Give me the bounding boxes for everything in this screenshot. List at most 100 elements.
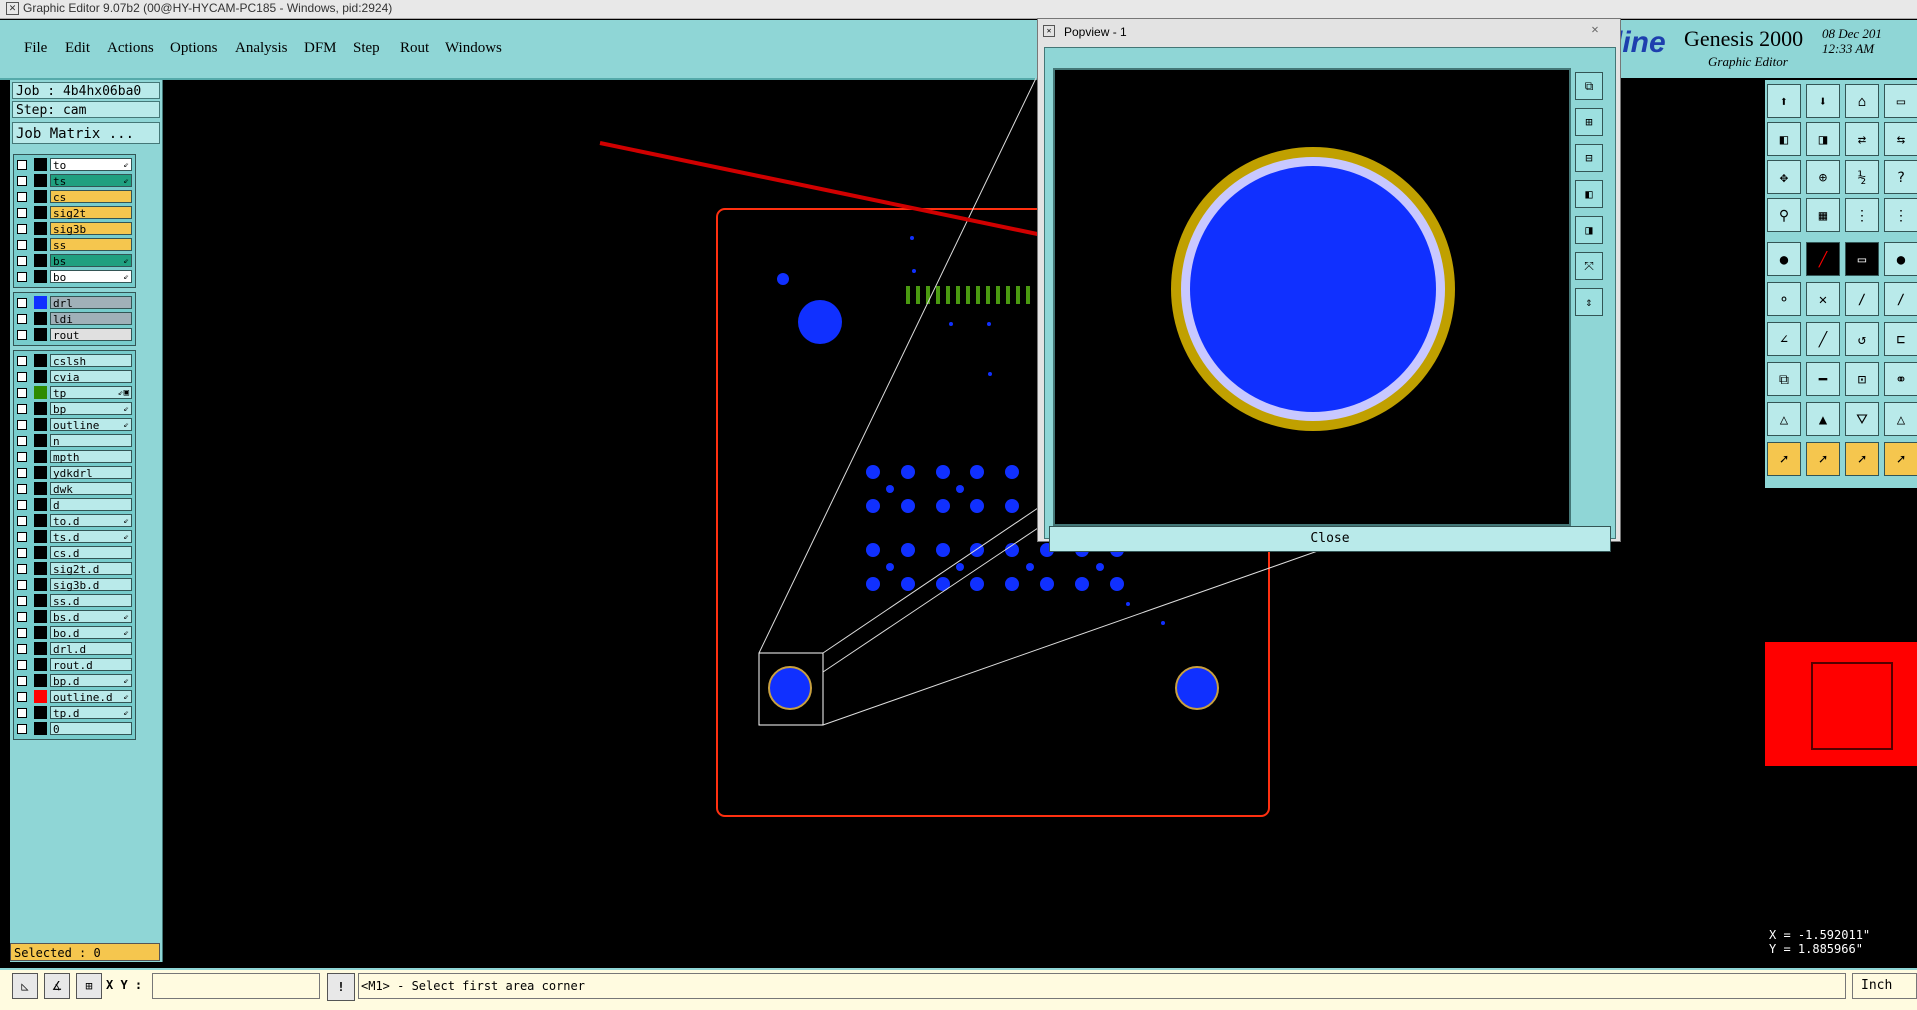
layer-color-swatch[interactable] bbox=[34, 254, 47, 267]
tool-fit-all-icon[interactable]: ✥ bbox=[1767, 160, 1801, 194]
layer-name[interactable]: drl.d bbox=[50, 642, 132, 656]
layer-color-swatch[interactable] bbox=[34, 354, 47, 367]
tool-ruler-icon[interactable]: ▭ bbox=[1845, 242, 1879, 276]
menu-step[interactable]: Step bbox=[353, 40, 380, 57]
menu-edit[interactable]: Edit bbox=[65, 40, 90, 57]
tool-pan-right-icon[interactable]: ◨ bbox=[1806, 122, 1840, 156]
popview-zoom-window-icon[interactable]: ⧉ bbox=[1575, 72, 1603, 100]
layer-row[interactable]: ts.d ⇙ bbox=[14, 529, 135, 545]
tool-swap-icon[interactable]: ⇆ bbox=[1884, 122, 1917, 156]
tool-zoom-fit-icon[interactable]: ⇄ bbox=[1845, 122, 1879, 156]
layer-color-swatch[interactable] bbox=[34, 578, 47, 591]
tool-dash-icon[interactable]: ━ bbox=[1806, 362, 1840, 396]
menu-actions[interactable]: Actions bbox=[107, 40, 154, 57]
layer-checkbox[interactable] bbox=[17, 612, 27, 622]
layer-row[interactable]: to.d ⇙ bbox=[14, 513, 135, 529]
tool-line-icon[interactable]: ╱ bbox=[1806, 242, 1840, 276]
layer-checkbox[interactable] bbox=[17, 484, 27, 494]
layer-color-swatch[interactable] bbox=[34, 594, 47, 607]
menu-options[interactable]: Options bbox=[170, 40, 218, 57]
layer-color-swatch[interactable] bbox=[34, 546, 47, 559]
layer-checkbox[interactable] bbox=[17, 708, 27, 718]
layer-checkbox[interactable] bbox=[17, 224, 27, 234]
tool-arc-icon[interactable]: ∕ bbox=[1845, 282, 1879, 316]
tool-net-icon[interactable]: ⋮ bbox=[1845, 198, 1879, 232]
layer-name[interactable]: rout bbox=[50, 328, 132, 342]
layer-row[interactable]: d bbox=[14, 497, 135, 513]
popview-close-button[interactable]: Close bbox=[1049, 526, 1611, 552]
layer-checkbox[interactable] bbox=[17, 564, 27, 574]
layer-checkbox[interactable] bbox=[17, 692, 27, 702]
layer-color-swatch[interactable] bbox=[34, 706, 47, 719]
layer-name[interactable]: sig2t bbox=[50, 206, 132, 220]
layer-name[interactable]: sig2t.d bbox=[50, 562, 132, 576]
layer-color-swatch[interactable] bbox=[34, 610, 47, 623]
layer-checkbox[interactable] bbox=[17, 208, 27, 218]
layer-checkbox[interactable] bbox=[17, 724, 27, 734]
layer-checkbox[interactable] bbox=[17, 176, 27, 186]
layer-checkbox[interactable] bbox=[17, 372, 27, 382]
layer-color-swatch[interactable] bbox=[34, 328, 47, 341]
layer-checkbox[interactable] bbox=[17, 192, 27, 202]
layer-row[interactable]: sig2t bbox=[14, 205, 135, 221]
layer-row[interactable]: drl.d bbox=[14, 641, 135, 657]
layer-row[interactable]: bp ⇙ bbox=[14, 401, 135, 417]
tool-zoom-out-icon[interactable]: ⬇ bbox=[1806, 84, 1840, 118]
layer-color-swatch[interactable] bbox=[34, 312, 47, 325]
layer-name[interactable]: outline.d ⇙ bbox=[50, 690, 132, 704]
layer-name[interactable]: ss.d bbox=[50, 594, 132, 608]
layer-checkbox[interactable] bbox=[17, 314, 27, 324]
layer-name[interactable]: dwk bbox=[50, 482, 132, 496]
layer-row[interactable]: bs ⇙ bbox=[14, 253, 135, 269]
layer-checkbox[interactable] bbox=[17, 516, 27, 526]
layer-row[interactable]: cvia bbox=[14, 369, 135, 385]
tool-slash-icon[interactable]: ╱ bbox=[1806, 322, 1840, 356]
layer-color-swatch[interactable] bbox=[34, 370, 47, 383]
layer-checkbox[interactable] bbox=[17, 500, 27, 510]
layer-color-swatch[interactable] bbox=[34, 270, 47, 283]
layer-row[interactable]: to ⇙ bbox=[14, 157, 135, 173]
exclamation-icon[interactable]: ! bbox=[327, 973, 355, 1001]
snap-icon[interactable]: ◺ bbox=[12, 973, 38, 999]
tool-window-icon[interactable]: ▭ bbox=[1884, 84, 1917, 118]
layer-row[interactable]: ts ⇙ bbox=[14, 173, 135, 189]
tool-cross-icon[interactable]: ✕ bbox=[1806, 282, 1840, 316]
tool-select-icon[interactable]: ➚ bbox=[1767, 442, 1801, 476]
layer-name[interactable]: bp.d ⇙ bbox=[50, 674, 132, 688]
layer-name[interactable]: ts.d ⇙ bbox=[50, 530, 132, 544]
layer-color-swatch[interactable] bbox=[34, 642, 47, 655]
layer-checkbox[interactable] bbox=[17, 452, 27, 462]
tool-triangle4-icon[interactable]: △ bbox=[1884, 402, 1917, 436]
layer-name[interactable]: tp.d ⇙ bbox=[50, 706, 132, 720]
layer-name[interactable]: mpth bbox=[50, 450, 132, 464]
layer-color-swatch[interactable] bbox=[34, 296, 47, 309]
tool-select3-icon[interactable]: ➚ bbox=[1845, 442, 1879, 476]
layer-color-swatch[interactable] bbox=[34, 530, 47, 543]
layer-row[interactable]: 0 bbox=[14, 721, 135, 737]
xy-input[interactable] bbox=[152, 973, 320, 999]
tool-angle-icon[interactable]: ∠ bbox=[1767, 322, 1801, 356]
tool-zoom-in-icon[interactable]: ⬆ bbox=[1767, 84, 1801, 118]
layer-row[interactable]: ydkdrl bbox=[14, 465, 135, 481]
layer-name[interactable]: cvia bbox=[50, 370, 132, 384]
layer-name[interactable]: bs.d ⇙ bbox=[50, 610, 132, 624]
layer-name[interactable]: outline ⇙ bbox=[50, 418, 132, 432]
layer-color-swatch[interactable] bbox=[34, 174, 47, 187]
layer-row[interactable]: cs.d bbox=[14, 545, 135, 561]
popview-fit-icon[interactable]: ⤧ bbox=[1575, 252, 1603, 280]
layer-color-swatch[interactable] bbox=[34, 402, 47, 415]
layer-color-swatch[interactable] bbox=[34, 386, 47, 399]
layer-name[interactable]: drl bbox=[50, 296, 132, 310]
layer-checkbox[interactable] bbox=[17, 240, 27, 250]
layer-checkbox[interactable] bbox=[17, 628, 27, 638]
tool-copy-icon[interactable]: ⧉ bbox=[1767, 362, 1801, 396]
layer-row[interactable]: drl bbox=[14, 295, 135, 311]
popview-zoom-in-icon[interactable]: ⊞ bbox=[1575, 108, 1603, 136]
popview-pan-right-icon[interactable]: ◨ bbox=[1575, 216, 1603, 244]
layer-color-swatch[interactable] bbox=[34, 562, 47, 575]
unit-selector[interactable]: Inch bbox=[1852, 973, 1917, 999]
layer-checkbox[interactable] bbox=[17, 596, 27, 606]
tool-curve-icon[interactable]: ↺ bbox=[1845, 322, 1879, 356]
layer-color-swatch[interactable] bbox=[34, 626, 47, 639]
menu-dfm[interactable]: DFM bbox=[304, 40, 337, 57]
